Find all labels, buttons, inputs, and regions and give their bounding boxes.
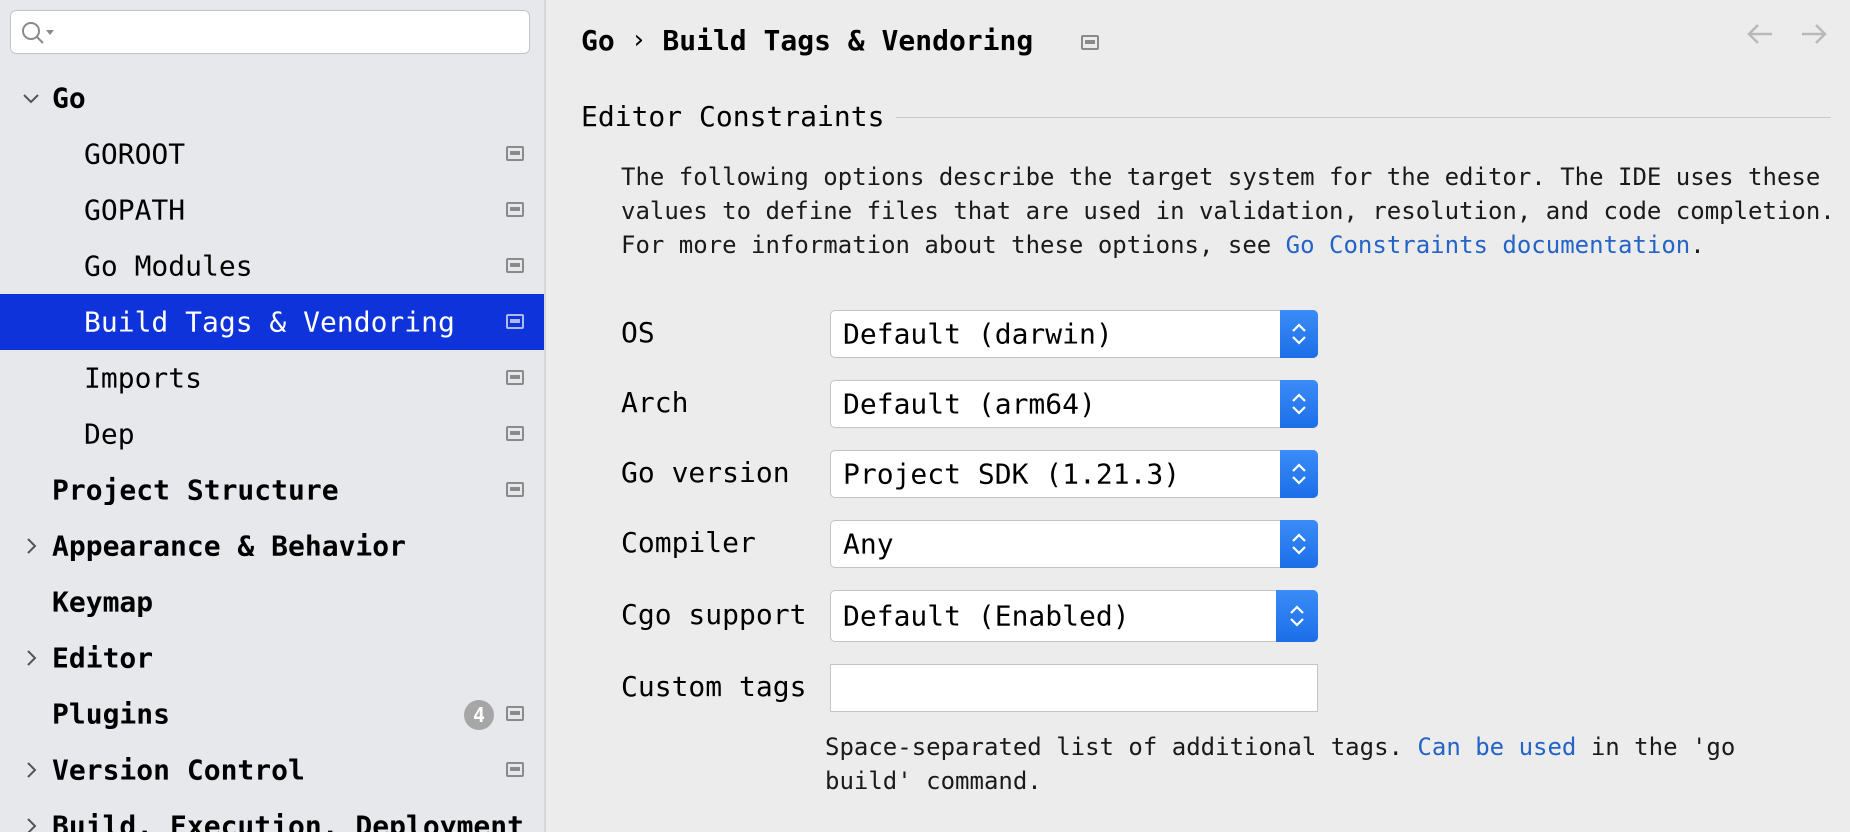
os-select[interactable]: Default (darwin) — [830, 310, 1318, 358]
sidebar-item-project-structure[interactable]: Project Structure — [0, 462, 544, 518]
arrow-right-icon[interactable] — [1798, 20, 1830, 48]
custom-tags-label: Custom tags — [621, 670, 807, 703]
os-label: OS — [621, 316, 655, 349]
sidebar-item-label: GOROOT — [84, 137, 186, 171]
hint-text: Space-separated list of additional tags. — [825, 733, 1418, 761]
sidebar-item-dep[interactable]: Dep — [0, 406, 544, 462]
arrow-left-icon[interactable] — [1744, 20, 1776, 48]
sidebar-item-label: Editor — [52, 641, 154, 675]
project-level-icon — [506, 482, 524, 497]
project-level-icon — [506, 762, 524, 777]
compiler-select[interactable]: Any — [830, 520, 1318, 568]
can-be-used-link[interactable]: Can be used — [1417, 733, 1576, 761]
sidebar-item-goroot[interactable]: GOROOT — [0, 126, 544, 182]
compiler-label: Compiler — [621, 526, 756, 559]
section-divider — [896, 117, 1831, 118]
project-level-icon — [506, 370, 524, 385]
up-down-arrows-icon[interactable] — [1280, 450, 1318, 498]
breadcrumb-parent[interactable]: Go — [581, 24, 615, 57]
cgo-support-label: Cgo support — [621, 598, 807, 631]
sidebar-item-imports[interactable]: Imports — [0, 350, 544, 406]
sidebar-item-label: Version Control — [52, 753, 305, 787]
project-level-icon — [506, 258, 524, 273]
project-level-icon — [506, 314, 524, 329]
sidebar-item-label: Build, Execution, Deployment — [52, 809, 525, 832]
chevron-right-icon[interactable] — [20, 647, 42, 669]
sidebar-item-label: Appearance & Behavior — [52, 529, 407, 563]
search-input[interactable] — [10, 10, 530, 54]
cgo-support-select[interactable]: Default (Enabled) — [830, 590, 1318, 642]
go-version-select-value: Project SDK (1.21.3) — [843, 457, 1181, 491]
sidebar-item-version-control[interactable]: Version Control — [0, 742, 544, 798]
sidebar-item-label: Plugins — [52, 697, 171, 731]
os-select-value: Default (darwin) — [843, 317, 1113, 351]
sidebar-item-label: GOPATH — [84, 193, 186, 227]
settings-sidebar: Go GOROOT GOPATH Go Modules Build Tags &… — [0, 0, 546, 832]
sidebar-item-editor[interactable]: Editor — [0, 630, 544, 686]
chevron-down-icon[interactable] — [20, 87, 42, 109]
sidebar-item-label: Go — [52, 81, 86, 115]
go-constraints-documentation-link[interactable]: Go Constraints documentation — [1286, 231, 1691, 259]
arch-select-value: Default (arm64) — [843, 387, 1096, 421]
up-down-arrows-icon[interactable] — [1276, 590, 1318, 642]
project-level-icon — [506, 146, 524, 161]
sidebar-item-go[interactable]: Go — [0, 70, 544, 126]
up-down-arrows-icon[interactable] — [1280, 380, 1318, 428]
project-level-icon — [506, 426, 524, 441]
project-level-icon — [506, 706, 524, 721]
sidebar-item-go-modules[interactable]: Go Modules — [0, 238, 544, 294]
section-description: The following options describe the targe… — [621, 160, 1841, 262]
go-version-select[interactable]: Project SDK (1.21.3) — [830, 450, 1318, 498]
sidebar-item-label: Project Structure — [52, 473, 339, 507]
section-title: Editor Constraints — [581, 100, 885, 133]
cgo-support-select-value: Default (Enabled) — [843, 599, 1130, 633]
settings-content: Go › Build Tags & Vendoring Editor Const… — [548, 0, 1850, 832]
arch-select[interactable]: Default (arm64) — [830, 380, 1318, 428]
sidebar-item-label: Imports — [84, 361, 203, 395]
section-editor-constraints: Editor Constraints — [581, 100, 1831, 133]
sidebar-item-label: Dep — [84, 417, 135, 451]
project-level-icon — [1081, 34, 1100, 50]
up-down-arrows-icon[interactable] — [1280, 310, 1318, 358]
sidebar-item-label: Go Modules — [84, 249, 253, 283]
sidebar-item-build-execution-deployment[interactable]: Build, Execution, Deployment — [0, 798, 544, 832]
arch-label: Arch — [621, 386, 689, 419]
breadcrumb: Go › Build Tags & Vendoring — [581, 20, 1100, 60]
chevron-right-icon[interactable] — [20, 815, 42, 832]
sidebar-item-gopath[interactable]: GOPATH — [0, 182, 544, 238]
sidebar-item-appearance-behavior[interactable]: Appearance & Behavior — [0, 518, 544, 574]
up-down-arrows-icon[interactable] — [1280, 520, 1318, 568]
page-title: Build Tags & Vendoring — [662, 23, 1034, 57]
custom-tags-input[interactable] — [830, 664, 1318, 712]
sidebar-item-label: Build Tags & Vendoring — [84, 305, 455, 339]
custom-tags-hint: Space-separated list of additional tags.… — [825, 730, 1805, 798]
update-count-badge: 4 — [464, 700, 494, 730]
search-icon — [22, 22, 54, 44]
sidebar-item-keymap[interactable]: Keymap — [0, 574, 544, 630]
go-version-label: Go version — [621, 456, 790, 489]
chevron-right-icon[interactable] — [20, 535, 42, 557]
breadcrumb-separator: › — [630, 25, 647, 55]
sidebar-item-build-tags-vendoring[interactable]: Build Tags & Vendoring — [0, 294, 544, 350]
compiler-select-value: Any — [843, 527, 894, 561]
chevron-right-icon[interactable] — [20, 759, 42, 781]
sidebar-item-label: Keymap — [52, 585, 154, 619]
project-level-icon — [506, 202, 524, 217]
sidebar-item-plugins[interactable]: Plugins 4 — [0, 686, 544, 742]
description-end: . — [1690, 231, 1705, 259]
